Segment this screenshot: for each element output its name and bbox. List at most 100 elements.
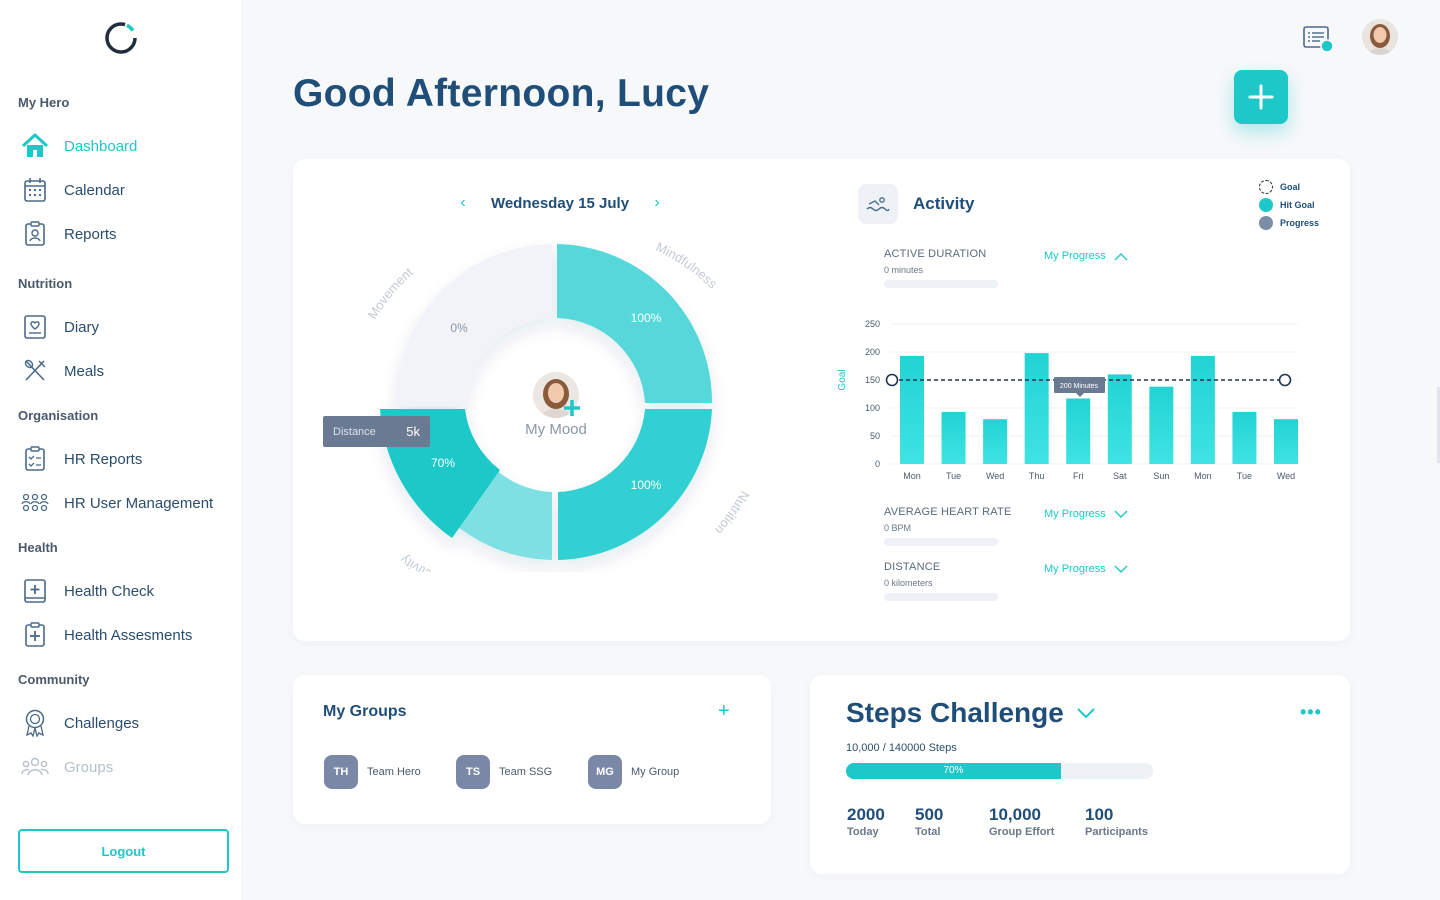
segment-value-mindfulness: 100%	[631, 311, 662, 325]
y-tick-label: 0	[875, 459, 880, 469]
stat-participants: 100 Participants	[1085, 805, 1148, 838]
steps-progress-bar: 70%	[846, 763, 1153, 779]
group-item[interactable]: TH Team Hero	[324, 755, 421, 789]
my-progress-toggle-duration[interactable]: My Progress	[1044, 250, 1128, 262]
segment-label-activity: Activity	[397, 552, 441, 572]
y-tick-label: 150	[865, 375, 880, 385]
x-tick-label: Thu	[1029, 471, 1045, 481]
goal-marker	[1278, 373, 1292, 387]
sidebar-item-label: Groups	[64, 758, 114, 776]
meals-icon	[20, 356, 50, 386]
bar	[1232, 411, 1257, 464]
page-title: Good Afternoon, Lucy	[293, 72, 710, 115]
group-name: Team Hero	[367, 766, 421, 778]
plus-icon	[1248, 84, 1274, 110]
next-day-chevron-icon[interactable]: ›	[649, 194, 665, 212]
steps-challenge-title: Steps Challenge	[846, 697, 1064, 728]
activity-swim-icon	[858, 184, 898, 224]
group-avatar: TS	[456, 755, 490, 789]
sidebar-item-hr-reports[interactable]: HR Reports	[20, 442, 235, 476]
group-name: Team SSG	[499, 766, 553, 778]
sidebar-item-health-assesments[interactable]: Health Assesments	[20, 618, 235, 652]
group-name: My Group	[631, 766, 680, 778]
segment-label-mindfulness: Mindfulness	[654, 239, 721, 292]
section-title-community: Community	[18, 672, 90, 687]
current-date: Wednesday 15 July	[490, 194, 630, 212]
prev-day-chevron-icon[interactable]: ‹	[455, 194, 471, 212]
add-mood-plus-icon[interactable]	[563, 399, 581, 417]
sidebar-item-label: HR User Management	[64, 494, 214, 512]
sidebar-item-groups[interactable]: Groups	[20, 750, 235, 784]
chart-legend: Goal Hit Goal Progress	[1259, 178, 1319, 232]
add-button[interactable]	[1234, 70, 1288, 124]
stat-total: 500 Total	[915, 805, 944, 838]
section-title-nutrition: Nutrition	[18, 276, 73, 291]
my-progress-toggle-heart-rate[interactable]: My Progress	[1044, 508, 1128, 520]
sidebar-item-label: Reports	[64, 225, 117, 243]
sidebar-item-diary[interactable]: Diary	[20, 310, 235, 344]
segment-value-movement: 0%	[450, 321, 468, 335]
hr-reports-icon	[20, 444, 50, 474]
segment-value-nutrition: 100%	[631, 478, 662, 492]
sidebar-item-health-check[interactable]: Health Check	[20, 574, 235, 608]
metric-progress-bar	[884, 280, 998, 288]
sidebar-item-label: Meals	[64, 362, 105, 380]
my-progress-toggle-distance[interactable]: My Progress	[1044, 563, 1128, 575]
add-group-button[interactable]: +	[718, 700, 730, 723]
sidebar-item-calendar[interactable]: Calendar	[20, 173, 235, 207]
stat-today: 2000 Today	[847, 805, 885, 838]
sidebar-item-reports[interactable]: Reports	[20, 217, 235, 251]
bar-tooltip-label: 200 Minutes	[1060, 383, 1099, 390]
more-options-icon[interactable]: •••	[1300, 702, 1322, 723]
app-logo-icon[interactable]	[103, 20, 139, 56]
sidebar-item-label: Health Check	[64, 582, 155, 600]
chevron-down-icon	[1114, 510, 1128, 518]
health-check-icon	[20, 576, 50, 606]
group-avatar: TH	[324, 755, 358, 789]
section-title-health: Health	[18, 540, 58, 555]
segment-value-activity: 70%	[431, 456, 455, 470]
bar	[941, 411, 966, 464]
bar	[1274, 419, 1298, 464]
users-icon	[20, 488, 50, 518]
x-tick-label: Tue	[1237, 471, 1252, 481]
bar	[1024, 353, 1049, 464]
activity-bar-chart: 0 50 100 150 200 250 Goal Mon Tue Wed Thu Fri Sat Sun…	[837, 319, 1298, 481]
groups-title: My Groups	[323, 703, 407, 720]
bar	[1190, 355, 1215, 464]
group-item[interactable]: TS Team SSG	[456, 755, 552, 789]
group-item[interactable]: MG My Group	[588, 755, 679, 789]
sidebar-item-label: Calendar	[64, 181, 125, 199]
legend-hit-goal: Hit Goal	[1259, 196, 1319, 214]
group-avatar: MG	[588, 755, 622, 789]
distance-tooltip: Distance 5k	[323, 416, 430, 447]
chevron-up-icon	[1114, 252, 1128, 260]
metric-progress-bar	[884, 538, 998, 546]
x-tick-label: Mon	[1194, 471, 1212, 481]
sidebar-item-hr-user-management[interactable]: HR User Management	[20, 486, 235, 520]
x-tick-label: Mon	[903, 471, 921, 481]
stat-group-effort: 10,000 Group Effort	[989, 805, 1055, 838]
y-axis-label: Goal	[837, 369, 848, 390]
wheel-segment-movement[interactable]	[395, 244, 552, 406]
sidebar-item-meals[interactable]: Meals	[20, 354, 235, 388]
y-tick-label: 250	[865, 319, 880, 329]
user-avatar[interactable]	[1362, 19, 1398, 55]
bar	[1066, 398, 1091, 464]
notifications-icon[interactable]	[1302, 24, 1336, 54]
legend-goal: Goal	[1259, 178, 1319, 196]
sidebar-item-challenges[interactable]: Challenges	[20, 706, 235, 740]
steps-count: 10,000 / 140000 Steps	[846, 742, 957, 754]
bar	[900, 355, 924, 464]
badge-icon	[20, 708, 50, 738]
x-tick-label: Fri	[1073, 471, 1084, 481]
logout-button[interactable]: Logout	[18, 829, 229, 873]
chevron-down-icon	[1114, 565, 1128, 573]
sidebar-item-label: Dashboard	[64, 137, 138, 155]
sidebar-item-dashboard[interactable]: Dashboard	[20, 129, 235, 163]
bar	[1107, 374, 1132, 464]
bar-tooltip-pointer	[1076, 393, 1084, 397]
bar	[983, 419, 1008, 464]
y-tick-label: 50	[870, 431, 880, 441]
steps-dropdown-chevron-icon[interactable]	[1076, 706, 1096, 720]
